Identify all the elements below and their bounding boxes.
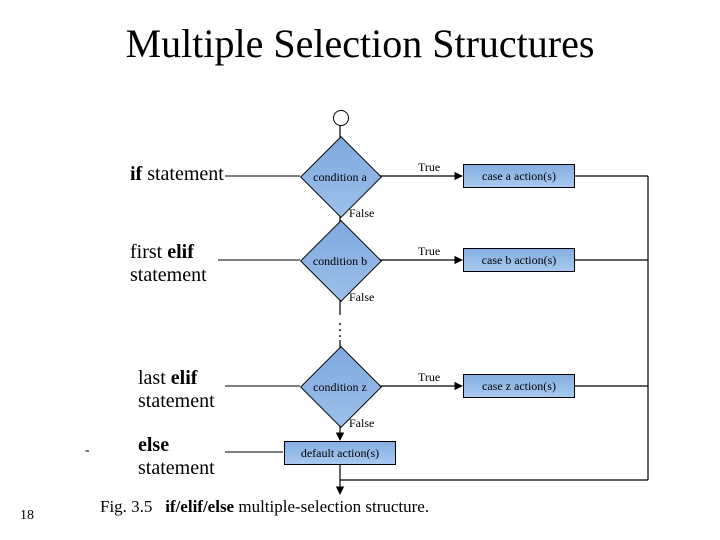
label-if-statement: if statement	[130, 163, 224, 186]
edge-true-b: True	[418, 244, 440, 259]
edge-false-a: False	[349, 206, 374, 221]
action-case-a: case a action(s)	[463, 164, 575, 188]
caption-kw: if/elif/else	[165, 497, 234, 516]
label-first-elif: first elif statement	[130, 241, 207, 287]
edge-true-z: True	[418, 370, 440, 385]
kw-else: else	[138, 434, 169, 456]
caption-fig: Fig. 3.5	[100, 497, 152, 516]
slide-title: Multiple Selection Structures	[0, 20, 720, 67]
edge-false-z: False	[349, 416, 374, 431]
slide: Multiple Selection Structures	[0, 0, 720, 540]
word-statement-3: statement	[138, 457, 215, 479]
action-default: default action(s)	[284, 441, 396, 465]
kw-if-rest: statement	[142, 163, 224, 185]
kw-if: if	[130, 163, 142, 185]
start-node	[333, 110, 349, 126]
label-else: else statement	[138, 434, 215, 480]
page-number: 18	[20, 508, 34, 524]
word-statement-2: statement	[138, 390, 215, 412]
label-last-elif: last elif statement	[138, 367, 215, 413]
action-case-b: case b action(s)	[463, 248, 575, 272]
action-case-z: case z action(s)	[463, 374, 575, 398]
edge-false-b: False	[349, 290, 374, 305]
kw-elif-1: elif	[167, 241, 194, 263]
caption-rest: multiple-selection structure.	[234, 497, 429, 516]
word-statement-1: statement	[130, 264, 207, 286]
edge-true-a: True	[418, 160, 440, 175]
figure-caption: Fig. 3.5 if/elif/else multiple-selection…	[100, 497, 429, 517]
word-last: last	[138, 367, 171, 389]
kw-elif-2: elif	[171, 367, 198, 389]
word-first: first	[130, 241, 167, 263]
stray-dash: -	[85, 443, 90, 459]
ellipsis-icon: ...	[338, 318, 342, 336]
